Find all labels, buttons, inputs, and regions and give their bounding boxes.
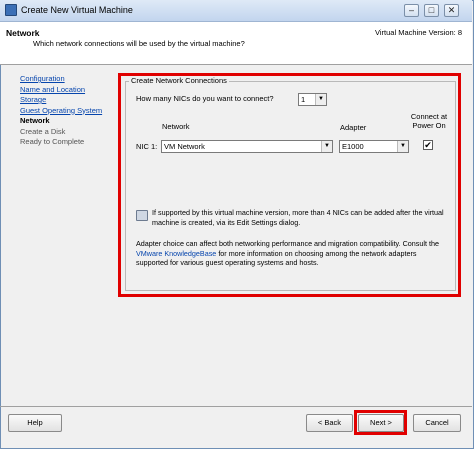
next-highlight-frame [354, 410, 407, 435]
page-subtitle: Which network connections will be used b… [33, 39, 245, 48]
minimize-button[interactable]: – [404, 4, 419, 17]
step-name-and-location[interactable]: Name and Location [20, 85, 120, 96]
vm-app-icon [5, 4, 17, 16]
wizard-steps-nav: Configuration Name and Location Storage … [20, 74, 120, 148]
cancel-button[interactable]: Cancel [413, 414, 461, 432]
title-bar[interactable]: Create New Virtual Machine – □ ✕ [0, 0, 472, 22]
back-button[interactable]: < Back [306, 414, 353, 432]
maximize-button[interactable]: □ [424, 4, 439, 17]
window-title: Create New Virtual Machine [21, 5, 133, 15]
step-configuration[interactable]: Configuration [20, 74, 120, 85]
step-guest-operating-system[interactable]: Guest Operating System [20, 106, 120, 117]
help-button[interactable]: Help [8, 414, 62, 432]
step-ready-to-complete: Ready to Complete [20, 137, 85, 146]
step-network: Network [20, 116, 50, 125]
step-create-a-disk: Create a Disk [20, 126, 66, 136]
vm-version-label: Virtual Machine Version: 8 [375, 28, 462, 37]
footer-divider [0, 406, 472, 407]
wizard-header: Network Which network connections will b… [0, 22, 472, 65]
step-storage[interactable]: Storage [20, 95, 120, 106]
page-title: Network [6, 28, 40, 38]
close-button[interactable]: ✕ [444, 4, 459, 17]
highlight-frame [118, 73, 461, 297]
